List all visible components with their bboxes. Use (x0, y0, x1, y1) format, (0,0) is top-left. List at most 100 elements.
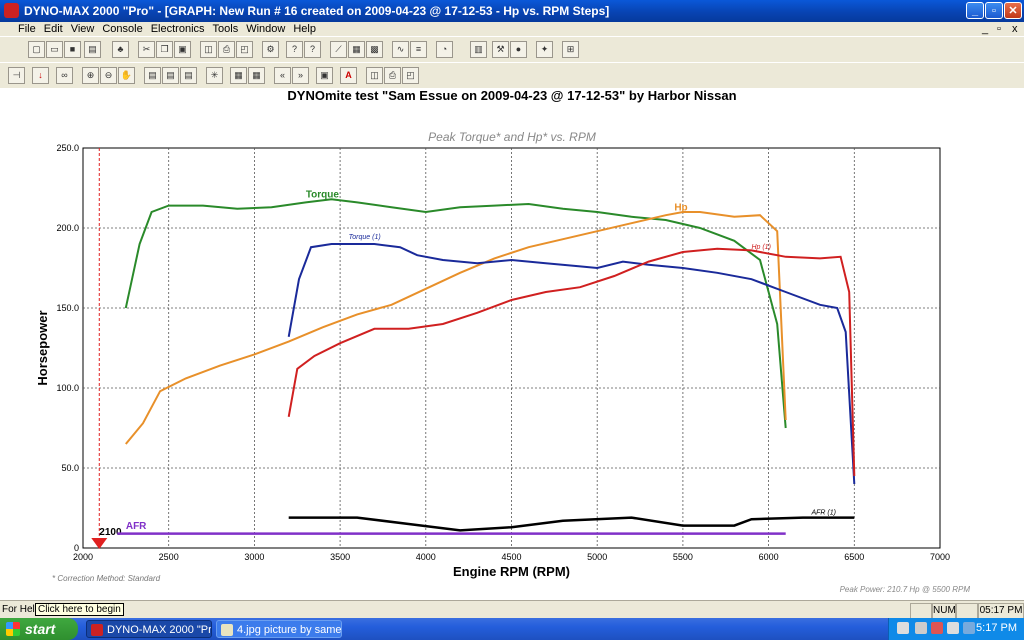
task-dynomax[interactable]: DYNO-MAX 2000 "Pro... (86, 620, 212, 638)
y-tick-label: 200.0 (56, 223, 79, 233)
copy-icon[interactable]: ❐ (156, 41, 173, 58)
connection-tray-icon[interactable] (963, 622, 975, 634)
menu-console[interactable]: Console (98, 22, 146, 36)
dyno-chart[interactable]: 2000 2500 3000 3500 4000 4500 5000 5500 6000 6500… (0, 88, 1024, 600)
picture-icon (221, 624, 233, 636)
window-title: DYNO-MAX 2000 "Pro" - [GRAPH: New Run # … (24, 4, 610, 18)
status-cell-blank (956, 603, 978, 619)
x-tick-label: 2500 (159, 552, 179, 562)
select-icon[interactable]: ▤ (144, 67, 161, 84)
y-tick-label: 0 (74, 543, 79, 553)
cursor-icon[interactable]: ↓ (32, 67, 49, 84)
status-time: 05:17 PM (978, 603, 1024, 619)
dynomax-icon (91, 624, 103, 636)
network-tray-icon[interactable] (915, 622, 927, 634)
hand-icon[interactable]: ✋ (118, 67, 135, 84)
zoom-in-icon[interactable]: ⊕ (82, 67, 99, 84)
app-icon[interactable] (4, 3, 19, 18)
task-picture[interactable]: 4.jpg picture by same... (216, 620, 342, 638)
open-folder-icon[interactable]: ▭ (46, 41, 63, 58)
series-label-torque: Torque (306, 190, 340, 201)
title-bar: DYNO-MAX 2000 "Pro" - [GRAPH: New Run # … (0, 0, 1024, 22)
paste-icon[interactable]: ▣ (174, 41, 191, 58)
menu-window[interactable]: Window (242, 22, 289, 36)
x-tick-label: 5500 (673, 552, 693, 562)
help-tray-icon[interactable] (897, 622, 909, 634)
restore-button[interactable]: ▫ (985, 2, 1003, 19)
x-tick-label: 4000 (416, 552, 436, 562)
status-cell-empty (910, 603, 932, 619)
waveform-icon[interactable]: ∿ (392, 41, 409, 58)
printer-icon[interactable]: ⎙ (384, 67, 401, 84)
graph-icon[interactable]: ⟋ (330, 41, 347, 58)
pin-icon[interactable]: ⊣ (8, 67, 25, 84)
series-label-afr: AFR (126, 521, 147, 532)
peak-power-note: Peak Power: 210.7 Hp @ 5500 RPM (840, 585, 971, 594)
overlay-icon[interactable]: ▤ (180, 67, 197, 84)
status-bar: For Help Click here to begin NUM 05:17 P… (0, 600, 1024, 619)
print-icon[interactable]: ⎙ (218, 41, 235, 58)
start-button[interactable]: start (0, 618, 78, 640)
menu-file[interactable]: File (0, 22, 40, 36)
network-icon[interactable]: ⊞ (562, 41, 579, 58)
console-icon[interactable]: ▥ (470, 41, 487, 58)
text-icon[interactable]: A (340, 67, 357, 84)
data-table-icon[interactable]: ≡ (410, 41, 427, 58)
next-icon[interactable]: » (292, 67, 309, 84)
markers-icon[interactable]: ▦ (230, 67, 247, 84)
tune-icon[interactable]: ✦ (536, 41, 553, 58)
settings-icon[interactable]: ⚙ (262, 41, 279, 58)
zoom-out-icon[interactable]: ⊖ (100, 67, 117, 84)
correction-footnote: * Correction Method: Standard (52, 574, 161, 583)
preview-icon[interactable]: ◰ (402, 67, 419, 84)
series-label-hp-1: Hp (1) (751, 244, 770, 251)
system-tray: 5:17 PM (888, 618, 1024, 640)
y-axis-label: Horsepower (35, 310, 50, 385)
gauge-icon[interactable]: ◔ (436, 41, 453, 58)
tools-icon[interactable]: ⚒ (492, 41, 509, 58)
chart-icon[interactable]: ▦ (348, 41, 365, 58)
menu-view[interactable]: View (67, 22, 99, 36)
crosshair-icon[interactable]: ✳ (206, 67, 223, 84)
toolbar-graph: ⊣ ↓ ∞ ⊕ ⊖ ✋ ▤ ▤ ▤ ✳ ▦ ▦ « » ▣ A ◫ ⎙ ◰ (0, 62, 1024, 90)
glasses-icon[interactable]: ∞ (56, 67, 73, 84)
open-book-icon[interactable]: ◫ (200, 41, 217, 58)
table-icon[interactable]: ▦ (248, 67, 265, 84)
start-tooltip: Click here to begin (35, 603, 124, 616)
book-open-icon[interactable]: ◫ (366, 67, 383, 84)
minimize-button[interactable]: _ (966, 2, 984, 19)
help-icon[interactable]: ? (286, 41, 303, 58)
previous-icon[interactable]: « (274, 67, 291, 84)
new-file-icon[interactable]: ▢ (28, 41, 45, 58)
print-preview-icon[interactable]: ◰ (236, 41, 253, 58)
volume-tray-icon[interactable] (947, 622, 959, 634)
x-tick-label: 3000 (244, 552, 264, 562)
grid-icon[interactable]: ▩ (366, 41, 383, 58)
mdi-minimize-button[interactable]: _ (982, 22, 988, 36)
save-icon[interactable]: ■ (64, 41, 81, 58)
menu-help[interactable]: Help (289, 22, 320, 36)
tree-icon[interactable]: ♣ (112, 41, 129, 58)
mdi-close-button[interactable]: x (1012, 22, 1018, 36)
x-tick-label: 4500 (501, 552, 521, 562)
window-icon[interactable]: ▣ (316, 67, 333, 84)
menu-edit[interactable]: Edit (40, 22, 67, 36)
close-button[interactable]: ✕ (1004, 2, 1022, 19)
cut-icon[interactable]: ✂ (138, 41, 155, 58)
lightbulb-icon[interactable]: ● (510, 41, 527, 58)
start-label: start (25, 621, 56, 637)
mdi-restore-button[interactable]: ▫ (997, 22, 1001, 36)
select-range-icon[interactable]: ▤ (162, 67, 179, 84)
menu-electronics[interactable]: Electronics (147, 22, 209, 36)
num-lock-indicator: NUM (932, 603, 956, 619)
y-tick-label: 50.0 (61, 463, 79, 473)
menu-tools[interactable]: Tools (209, 22, 243, 36)
book-icon[interactable]: ▤ (84, 41, 101, 58)
y-tick-label: 250.0 (56, 143, 79, 153)
x-axis-label: Engine RPM (RPM) (453, 564, 570, 579)
x-tick-label: 7000 (930, 552, 950, 562)
security-tray-icon[interactable] (931, 622, 943, 634)
x-tick-label: 5000 (587, 552, 607, 562)
x-tick-label: 6500 (844, 552, 864, 562)
context-help-icon[interactable]: ? (304, 41, 321, 58)
